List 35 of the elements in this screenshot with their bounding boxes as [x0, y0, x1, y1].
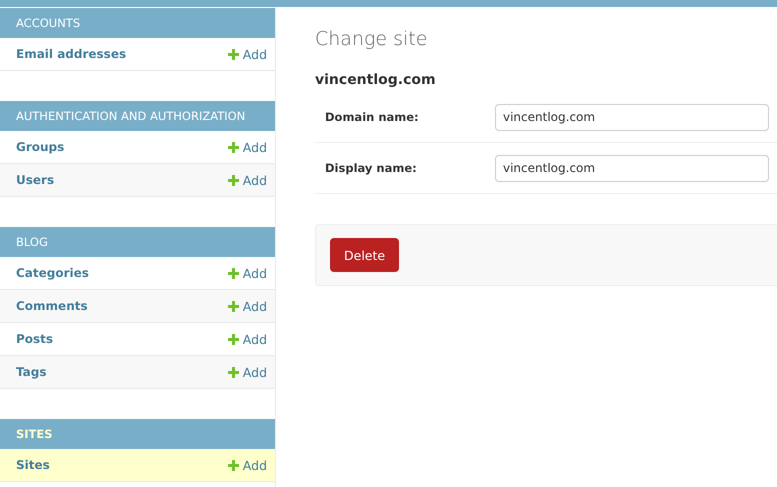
- add-link[interactable]: Add: [228, 46, 267, 62]
- add-link[interactable]: Add: [228, 458, 267, 472]
- plus-icon: [228, 142, 239, 152]
- add-link[interactable]: Add: [228, 266, 267, 280]
- add-link[interactable]: Add: [228, 332, 267, 346]
- plus-icon: [228, 460, 239, 470]
- add-link[interactable]: Add: [228, 140, 267, 154]
- module-caption[interactable]: AUTHENTICATION AND AUTHORIZATION: [0, 101, 275, 131]
- model-link[interactable]: Tags: [16, 365, 46, 379]
- model-link[interactable]: Users: [16, 173, 54, 187]
- plus-icon: [228, 174, 239, 186]
- module-caption[interactable]: BLOG: [0, 227, 275, 257]
- text-field[interactable]: vincentlog.com: [495, 104, 769, 130]
- add-link[interactable]: Add: [228, 172, 267, 188]
- add-link[interactable]: Add: [228, 364, 267, 380]
- model-link[interactable]: Email addresses: [16, 47, 126, 61]
- plus-icon: [228, 300, 239, 312]
- plus-icon: [228, 268, 239, 278]
- module-caption[interactable]: SITES: [0, 419, 275, 449]
- field-label: Domain name:: [325, 110, 420, 124]
- model-link[interactable]: Posts: [16, 332, 54, 346]
- model-link[interactable]: Groups: [16, 140, 64, 154]
- module-caption[interactable]: ACCOUNTS: [0, 8, 275, 38]
- plus-icon: [228, 366, 239, 378]
- text-field[interactable]: vincentlog.com: [495, 154, 769, 182]
- model-link[interactable]: Categories: [16, 266, 89, 280]
- model-link[interactable]: Comments: [16, 299, 88, 313]
- object-name: vincentlog.com: [315, 72, 437, 90]
- delete-button[interactable]: Delete: [330, 238, 400, 272]
- add-link[interactable]: Add: [228, 298, 267, 314]
- field-label: Display name:: [325, 161, 418, 175]
- model-link[interactable]: Sites: [16, 458, 50, 472]
- plus-icon: [228, 334, 239, 344]
- page-title: Change site: [315, 28, 428, 52]
- plus-icon: [228, 48, 239, 60]
